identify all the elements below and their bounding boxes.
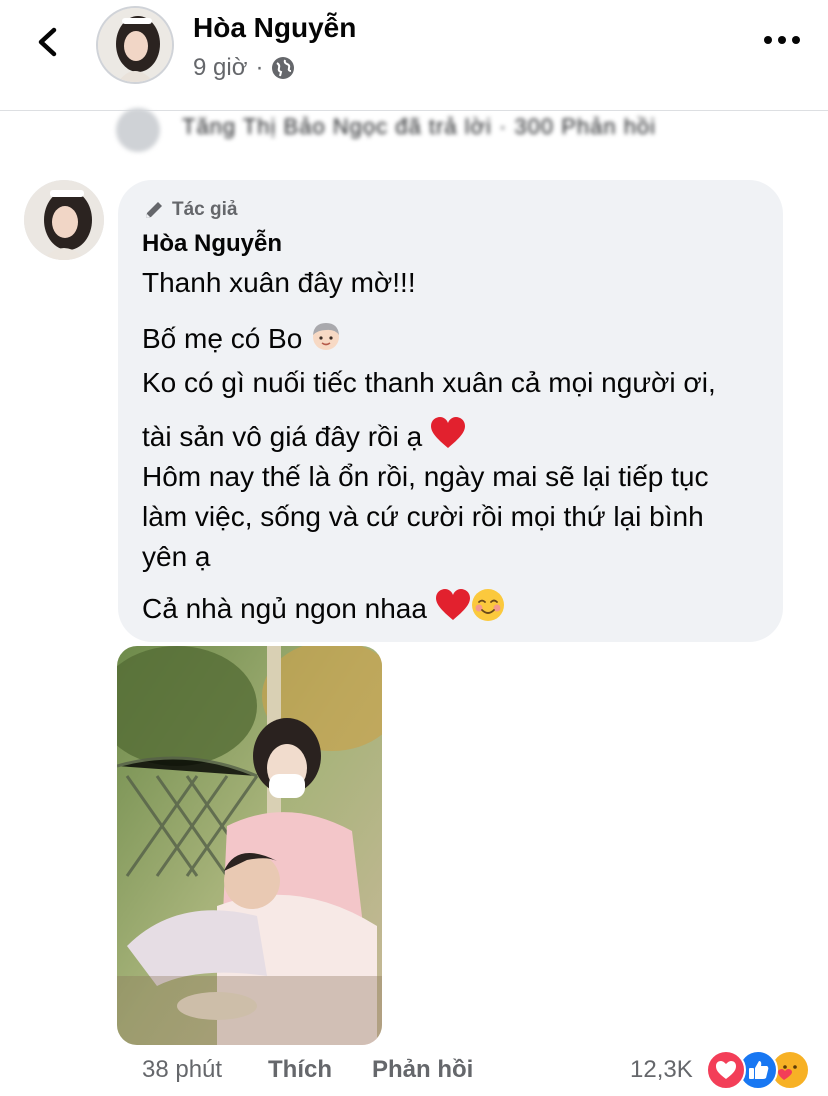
pencil-icon — [146, 202, 162, 218]
smiling-face-emoji — [471, 588, 505, 630]
red-heart-emoji — [435, 588, 471, 630]
boy-face-emoji — [310, 320, 342, 360]
reply-button[interactable]: Phản hồi — [372, 1056, 473, 1084]
comment-bubble: Tác giả Hòa Nguyễn Thanh xuân đây mờ!!! … — [118, 180, 783, 642]
comment-line: Thanh xuân đây mờ!!! — [142, 267, 416, 298]
reply-context-avatar — [116, 108, 160, 152]
comment-line: Cả nhà ngủ ngon nhaa — [142, 588, 505, 630]
back-button[interactable] — [28, 22, 68, 62]
comment-avatar[interactable] — [24, 180, 104, 260]
comment-line: yên ạ — [142, 541, 211, 572]
post-header: Hòa Nguyễn 9 giờ · — [0, 0, 828, 111]
comment-line: Bố mẹ có Bo — [142, 320, 342, 360]
comment-author[interactable]: Hòa Nguyễn — [142, 230, 282, 258]
globe-icon — [271, 56, 295, 80]
comment-photo[interactable] — [117, 646, 382, 1045]
meta-separator: · — [255, 54, 264, 81]
chevron-left-icon — [38, 27, 57, 57]
comment-line: Hôm nay thế là ổn rồi, ngày mai sẽ lại t… — [142, 461, 709, 492]
love-reaction-icon — [706, 1050, 746, 1090]
post-time[interactable]: 9 giờ — [193, 54, 247, 82]
comment-text: Bố mẹ có Bo — [142, 323, 303, 354]
profile-name[interactable]: Hòa Nguyễn — [193, 12, 356, 44]
comment-text: Cả nhà ngủ ngon nhaa — [142, 593, 427, 624]
profile-avatar[interactable] — [96, 6, 174, 84]
author-badge: Tác giả — [142, 198, 237, 222]
reply-context-text: Tăng Thị Bảo Ngọc đã trả lời · 300 Phản … — [182, 114, 657, 139]
comment-line: tài sản vô giá đây rồi ạ — [142, 416, 466, 458]
comment-line: làm việc, sống và cứ cười rồi mọi thứ lạ… — [142, 501, 704, 532]
reaction-summary[interactable] — [706, 1050, 810, 1090]
comment-time[interactable]: 38 phút — [142, 1056, 222, 1084]
author-badge-label: Tác giả — [172, 199, 238, 220]
comment-text: tài sản vô giá đây rồi ạ — [142, 421, 423, 452]
reaction-count[interactable]: 12,3K — [630, 1056, 693, 1084]
more-horizontal-icon — [764, 36, 772, 44]
reply-context[interactable]: Tăng Thị Bảo Ngọc đã trả lời · 300 Phản … — [116, 104, 696, 152]
red-heart-emoji — [430, 416, 466, 458]
post-meta: 9 giờ · — [193, 54, 295, 82]
like-button[interactable]: Thích — [268, 1056, 332, 1084]
more-options-button[interactable] — [764, 28, 800, 52]
comment-line: Ko có gì nuối tiếc thanh xuân cả mọi ngư… — [142, 367, 716, 398]
